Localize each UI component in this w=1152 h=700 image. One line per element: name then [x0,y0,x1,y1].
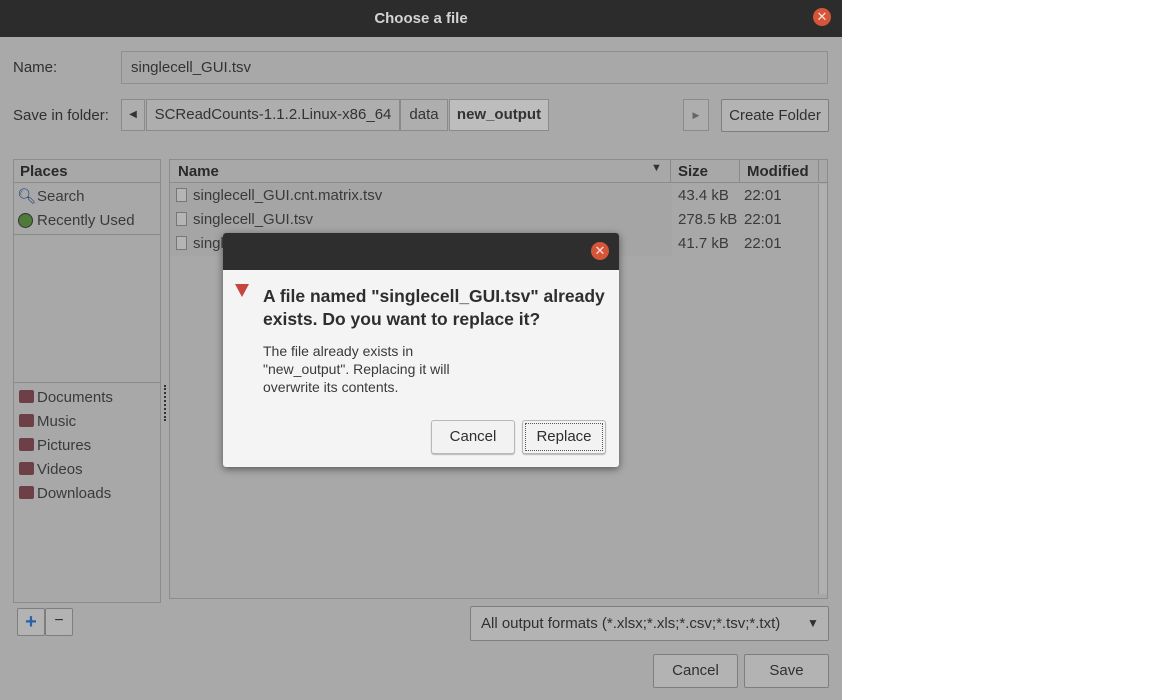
places-divider [14,234,160,235]
column-header-size[interactable]: Size [678,163,708,180]
file-size: 41.7 kB [678,235,729,252]
file-filter-select[interactable]: All output formats (*.xlsx;*.xls;*.csv;*… [470,606,829,641]
cancel-button[interactable]: Cancel [653,654,738,688]
places-item-label: Videos [37,461,83,478]
sort-down-icon: ▼ [651,162,662,174]
path-segment-current[interactable]: new_output [449,99,549,131]
places-item-pictures[interactable]: Pictures [16,435,160,457]
places-item-label: Documents [37,389,113,406]
name-label: Name: [13,59,58,76]
file-size: 278.5 kB [678,211,738,228]
window-title: Choose a file [374,10,468,27]
close-icon[interactable]: ✕ [813,8,831,26]
dialog-heading: A file named "singlecell_GUI.tsv" alread… [263,286,605,329]
places-header-divider [14,182,160,183]
folder-icon [19,438,34,451]
header-divider [170,182,827,183]
folder-icon [19,462,34,475]
places-header: Places [20,163,68,180]
places-item-label: Pictures [37,437,92,454]
places-item-music[interactable]: Music [16,411,160,433]
column-separator [818,160,819,182]
column-separator [739,160,740,182]
places-item-recent[interactable]: Recently Used [16,210,160,232]
file-size: 43.4 kB [678,187,729,204]
file-name: singlecell_GUI.cnt.matrix.tsv [193,187,383,204]
places-item-label: Music [37,413,77,430]
remove-bookmark-button[interactable]: − [45,608,73,636]
table-row[interactable]: singlecell_GUI.cnt.matrix.tsv 43.4 kB 22… [170,184,827,208]
places-item-documents[interactable]: Documents [16,387,160,409]
replace-confirm-dialog: ✕ A file named "singlecell_GUI.tsv" alre… [223,233,619,467]
column-name-label: Name [178,163,219,180]
places-item-label: Search [37,188,85,205]
path-forward-button[interactable]: ▶ [683,99,709,131]
file-filter-value: All output formats (*.xlsx;*.xls;*.csv;*… [481,615,781,632]
file-icon [176,212,187,226]
dialog-message: The file already exists in "new_output".… [263,343,450,395]
replace-button[interactable]: Replace [522,420,606,454]
places-panel: Places 🔍︎ Search Recently Used Documents… [13,159,161,603]
folder-icon [19,486,34,499]
add-bookmark-button[interactable]: + [17,608,45,636]
table-row[interactable]: singlecell_GUI.tsv 278.5 kB 22:01 [170,208,827,232]
file-icon [176,188,187,202]
places-item-videos[interactable]: Videos [16,459,160,481]
save-in-label: Save in folder: [13,107,109,124]
filename-value: singlecell_GUI.tsv [131,59,252,76]
file-modified: 22:01 [744,187,782,204]
places-item-label: Recently Used [37,212,135,229]
close-icon[interactable]: ✕ [591,242,609,260]
create-folder-button[interactable]: Create Folder [721,99,829,132]
save-button[interactable]: Save [744,654,829,688]
places-item-label: Downloads [37,485,112,502]
file-name: singlecell_GUI.tsv [193,211,314,228]
scrollbar[interactable] [818,184,827,594]
column-header-name[interactable]: Name ▼ [170,160,670,182]
bookmarks-divider [14,382,160,383]
file-icon [176,236,187,250]
dialog-title-bar[interactable] [223,233,619,270]
file-modified: 22:01 [744,235,782,252]
folder-icon [19,414,34,427]
column-separator [670,160,671,182]
recent-icon [18,213,33,228]
path-segment-data[interactable]: data [400,99,448,131]
file-modified: 22:01 [744,211,782,228]
folder-icon [19,390,34,403]
column-header-modified[interactable]: Modified [747,163,809,180]
places-item-downloads[interactable]: Downloads [16,483,160,505]
filename-input[interactable]: singlecell_GUI.tsv [121,51,828,84]
places-item-search[interactable]: 🔍︎ Search [16,186,160,208]
dialog-cancel-button[interactable]: Cancel [431,420,515,454]
search-icon: 🔍︎ [17,188,37,205]
chevron-down-icon: ▼ [807,616,819,630]
path-back-button[interactable]: ◀ [121,99,145,131]
warning-icon [235,284,249,297]
path-segment-root[interactable]: SCReadCounts-1.1.2.Linux-x86_64 [146,99,400,131]
